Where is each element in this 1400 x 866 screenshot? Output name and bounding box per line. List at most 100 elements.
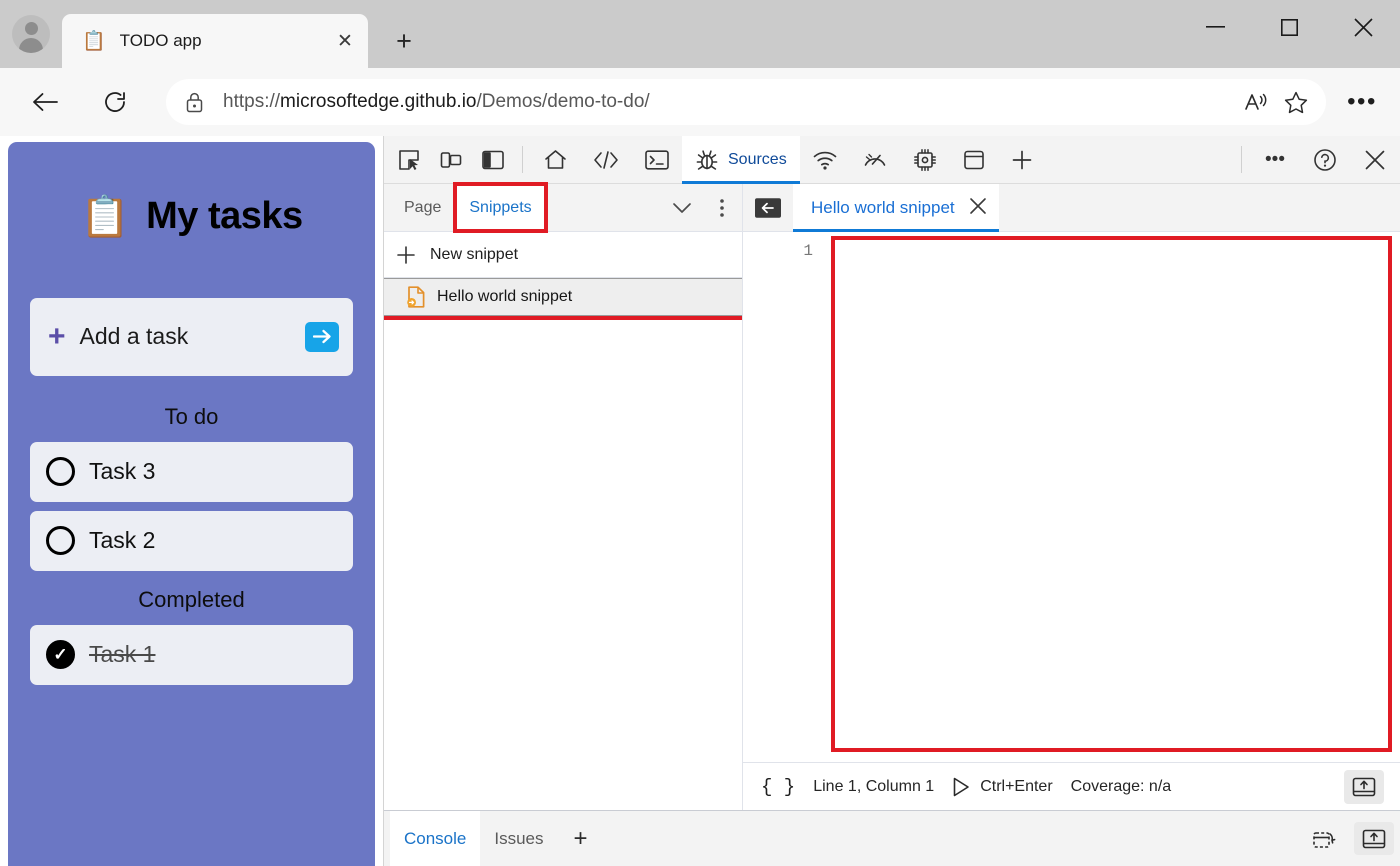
nav-tab-page[interactable]: Page xyxy=(390,184,455,231)
devtools-panel: Sources ••• Page Snippets New snippet He… xyxy=(383,136,1400,866)
device-emulation-icon[interactable] xyxy=(430,136,472,183)
toolbar-divider xyxy=(522,146,523,173)
tab-close-icon[interactable]: ✕ xyxy=(330,26,360,56)
new-tab-button[interactable]: + xyxy=(382,19,426,63)
task-checkbox-checked-icon[interactable]: ✓ xyxy=(46,640,75,670)
navigator-tabbar: Page Snippets xyxy=(384,182,742,233)
chip-icon xyxy=(913,148,936,171)
dock-side-icon[interactable] xyxy=(472,136,514,183)
task-item[interactable]: Task 2 xyxy=(30,510,353,571)
show-console-drawer-icon[interactable] xyxy=(1344,769,1384,804)
tab-strip: 📋 TODO app ✕ + xyxy=(0,0,1400,68)
devtools-toolbar-right: ••• xyxy=(1233,136,1400,183)
editor-file-tab-label: Hello world snippet xyxy=(811,197,955,217)
toolbar-divider xyxy=(1241,146,1242,173)
cursor-position-label: Line 1, Column 1 xyxy=(813,777,935,795)
todo-section-heading: To do xyxy=(164,403,219,429)
favorite-star-icon[interactable] xyxy=(1276,82,1316,122)
profile-button[interactable] xyxy=(0,0,62,68)
tab-welcome[interactable] xyxy=(531,136,580,183)
tab-memory[interactable] xyxy=(900,136,950,183)
todo-section: To do Task 3 Task 2 xyxy=(30,404,353,571)
close-drawer-icon[interactable] xyxy=(1354,822,1394,855)
kebab-menu-icon[interactable] xyxy=(702,184,742,231)
tab-console-drawer[interactable] xyxy=(632,136,682,183)
content-area: 📋 My tasks + Add a task To do Task 3 Tas… xyxy=(0,136,1400,866)
add-task-input-row[interactable]: + Add a task xyxy=(30,297,353,376)
window-controls xyxy=(1178,0,1400,54)
inspect-element-icon[interactable] xyxy=(388,136,430,183)
task-label: Task 3 xyxy=(89,458,156,485)
browser-tab-todo-app[interactable]: 📋 TODO app ✕ xyxy=(62,14,368,68)
sources-editor-pane: Hello world snippet 1 {} Line 1, Column… xyxy=(743,184,1400,810)
window-close-button[interactable] xyxy=(1326,0,1400,54)
chevron-down-icon[interactable] xyxy=(662,184,702,231)
plus-icon xyxy=(397,245,415,264)
drawer-add-tab-button[interactable]: + xyxy=(558,811,604,866)
back-button[interactable] xyxy=(22,79,68,125)
url-text: https://microsoftedge.github.io/Demos/de… xyxy=(223,91,650,112)
line-number: 1 xyxy=(803,242,813,260)
help-icon[interactable] xyxy=(1300,136,1350,183)
storage-box-icon xyxy=(963,150,984,169)
drawer-tab-console[interactable]: Console xyxy=(390,811,481,866)
tab-title: TODO app xyxy=(119,31,202,50)
editor-gutter: 1 xyxy=(743,232,831,762)
tab-application[interactable] xyxy=(950,136,998,183)
editor-tab-close-icon[interactable] xyxy=(969,197,987,218)
task-item[interactable]: ✓ Task 1 xyxy=(30,624,353,685)
close-devtools-icon[interactable] xyxy=(1350,136,1400,183)
lock-icon xyxy=(186,92,203,113)
home-icon xyxy=(545,149,566,169)
browser-window: 📋 TODO app ✕ + https://microsoftedge.git… xyxy=(0,0,1400,866)
editor-file-tab[interactable]: Hello world snippet xyxy=(793,184,999,232)
nav-tab-snippets[interactable]: Snippets xyxy=(453,182,548,233)
browser-more-button[interactable]: ••• xyxy=(1340,80,1384,124)
hello-world-snippet-item[interactable]: Hello world snippet xyxy=(384,278,742,320)
tab-network[interactable] xyxy=(800,136,850,183)
tab-favicon-icon: 📋 xyxy=(82,30,106,52)
snippet-file-icon xyxy=(407,286,425,308)
sources-panel-body: Page Snippets New snippet Hello world sn… xyxy=(384,182,1400,810)
tab-performance[interactable] xyxy=(850,136,900,183)
editor-statusbar: { } Line 1, Column 1 Ctrl+Enter Coverage… xyxy=(743,762,1400,810)
completed-section: Completed ✓ Task 1 xyxy=(30,587,353,685)
sources-navigator: Page Snippets New snippet Hello world sn… xyxy=(384,182,743,810)
more-tools-icon[interactable]: ••• xyxy=(1250,136,1300,183)
editor-tabbar: Hello world snippet xyxy=(743,184,1400,232)
window-minimize-button[interactable] xyxy=(1178,0,1252,54)
wifi-icon xyxy=(813,151,837,170)
coverage-label: Coverage: n/a xyxy=(1070,777,1172,795)
more-panels-button[interactable] xyxy=(998,136,1046,183)
bug-icon xyxy=(696,149,718,170)
url-field[interactable]: https://microsoftedge.github.io/Demos/de… xyxy=(166,79,1326,125)
address-bar: https://microsoftedge.github.io/Demos/de… xyxy=(0,68,1400,136)
drawer-tab-issues[interactable]: Issues xyxy=(480,811,557,866)
pretty-print-button[interactable]: { } xyxy=(761,776,795,798)
tab-elements[interactable] xyxy=(580,136,632,183)
completed-section-heading: Completed xyxy=(138,586,245,612)
devtools-settings-icon[interactable] xyxy=(1302,811,1348,866)
devtools-main-toolbar: Sources ••• xyxy=(384,136,1400,184)
snippet-list: Hello world snippet xyxy=(384,278,742,810)
read-aloud-icon[interactable] xyxy=(1236,82,1276,122)
window-maximize-button[interactable] xyxy=(1252,0,1326,54)
console-prompt-icon xyxy=(645,149,669,170)
snippet-item-label: Hello world snippet xyxy=(437,288,573,305)
add-task-input[interactable]: Add a task xyxy=(80,323,305,350)
run-snippet-button[interactable]: Ctrl+Enter xyxy=(952,777,1053,797)
collapse-sidebar-icon[interactable] xyxy=(743,184,793,231)
add-task-submit-button[interactable] xyxy=(305,321,339,352)
page-viewport: 📋 My tasks + Add a task To do Task 3 Tas… xyxy=(0,136,383,866)
devtools-drawer: Console Issues + xyxy=(384,810,1400,866)
code-editor-area[interactable] xyxy=(831,236,1392,752)
new-snippet-button[interactable]: New snippet xyxy=(384,232,742,278)
task-checkbox-unchecked-icon[interactable] xyxy=(46,457,75,487)
task-checkbox-unchecked-icon[interactable] xyxy=(46,526,75,556)
reload-button[interactable] xyxy=(92,79,138,125)
tab-sources[interactable]: Sources xyxy=(682,136,800,184)
drawer-right-tools xyxy=(1302,811,1400,866)
code-brackets-icon xyxy=(594,150,618,169)
task-item[interactable]: Task 3 xyxy=(30,441,353,502)
account-avatar-icon xyxy=(12,15,50,53)
